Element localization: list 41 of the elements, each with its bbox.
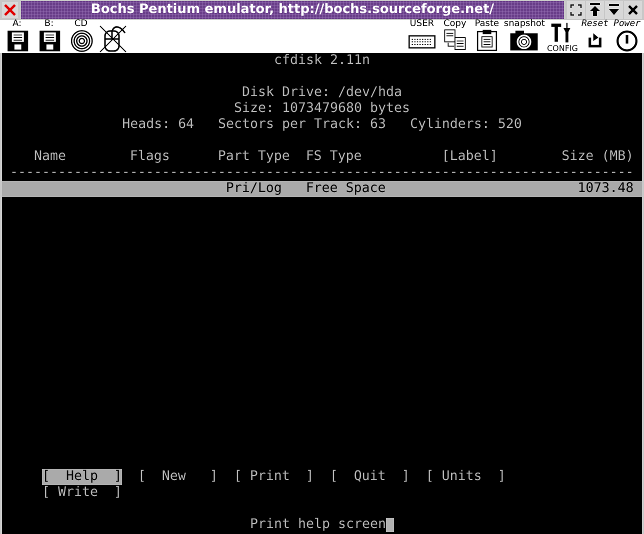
- toolbar-label: USER: [410, 20, 434, 29]
- move-top-icon[interactable]: [586, 1, 604, 19]
- mouse-icon[interactable]: [99, 25, 127, 53]
- text-cursor: [386, 518, 394, 532]
- menu-button[interactable]: [ New ]: [138, 469, 218, 485]
- program-title: cfdisk 2.11n: [274, 53, 370, 69]
- toolbar-label: B:: [44, 20, 54, 29]
- menu-button[interactable]: [ Quit ]: [330, 469, 410, 485]
- window-title: Bochs Pentium emulator, http://bochs.sourceforge.net/: [21, 1, 564, 19]
- toolbar-label: Paste: [474, 20, 500, 29]
- menu-button[interactable]: [ Units ]: [426, 469, 506, 485]
- toolbar-label: Power: [613, 20, 641, 29]
- toolbar-label: Copy: [443, 20, 466, 29]
- table-cell-text: Pri/Log: [224, 181, 283, 197]
- column-header: Size (MB): [560, 149, 634, 165]
- minimize-icon[interactable]: [605, 1, 623, 19]
- column-header: [Label]: [442, 149, 499, 165]
- menu-button[interactable]: [ Help ]: [42, 469, 122, 485]
- column-header: Flags: [130, 149, 171, 165]
- menu-button[interactable]: [ Write ]: [42, 485, 122, 501]
- column-header: Name: [34, 149, 67, 165]
- disk-size-text: Size: 1073479680 bytes: [234, 101, 410, 117]
- toolbar-label: Reset: [581, 20, 609, 29]
- menu-button[interactable]: [ Print ]: [234, 469, 314, 485]
- toolbar-label: CD: [74, 20, 88, 29]
- disk-geometry-text: Cylinders: 520: [410, 117, 522, 133]
- toolbar-label: A:: [12, 20, 22, 29]
- table-row[interactable]: Pri/Log Free Space 1073.48: [2, 181, 642, 197]
- table-cell-text: Free Space: [306, 181, 387, 197]
- disk-geometry-text: Heads: 64: [122, 117, 194, 133]
- table-cell-text: 1073.48: [576, 181, 634, 197]
- close-icon[interactable]: [624, 1, 642, 19]
- column-header: Part Type: [218, 149, 291, 165]
- column-header: FS Type: [306, 149, 363, 165]
- toolbar-label: CONFIG: [546, 45, 578, 53]
- status-text: Print help screen: [250, 517, 386, 533]
- disk-drive-text: Disk Drive: /dev/hda: [242, 85, 402, 101]
- maximize-icon[interactable]: [567, 1, 585, 19]
- header-separator: ------------------------------------------------------------------------------: [10, 165, 634, 180]
- toolbar-label: snapshot: [504, 20, 545, 29]
- disk-geometry-text: Sectors per Track: 63: [218, 117, 386, 133]
